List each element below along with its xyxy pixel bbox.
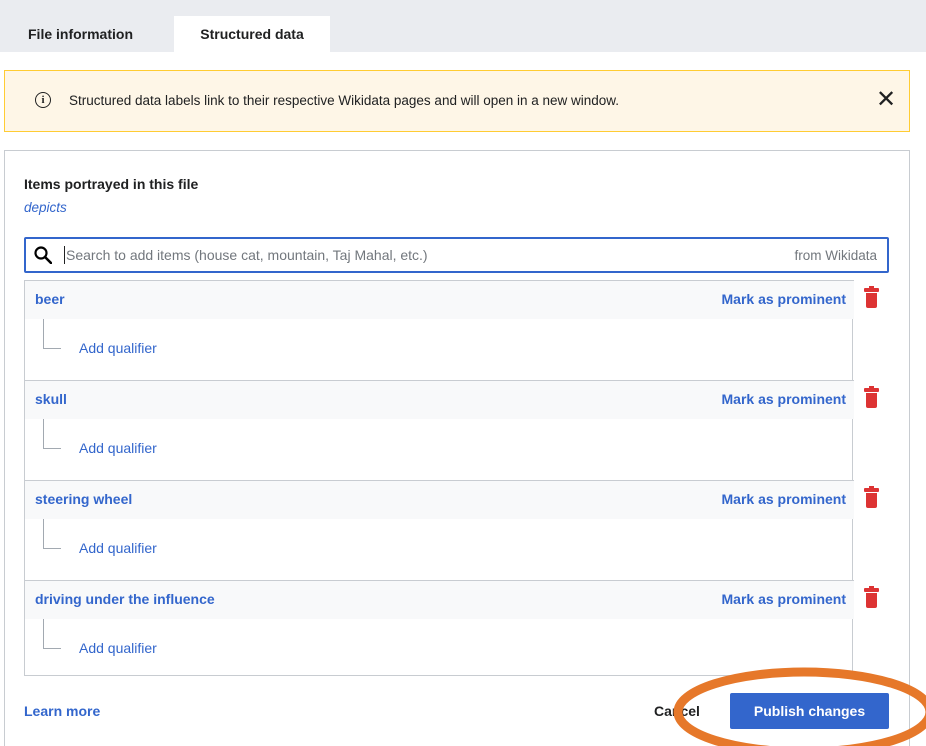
info-icon: i xyxy=(35,92,51,108)
depicts-list: beer Mark as prominent Add qualifier sku… xyxy=(24,280,854,676)
trash-icon[interactable] xyxy=(864,286,879,308)
add-qualifier-link[interactable]: Add qualifier xyxy=(79,440,157,456)
mark-prominent-button[interactable]: Mark as prominent xyxy=(722,591,846,607)
item-header: steering wheel Mark as prominent xyxy=(25,481,854,519)
add-qualifier-link[interactable]: Add qualifier xyxy=(79,540,157,556)
mark-prominent-button[interactable]: Mark as prominent xyxy=(722,491,846,507)
trash-icon[interactable] xyxy=(864,586,879,608)
learn-more-link[interactable]: Learn more xyxy=(24,703,100,719)
item-label-link[interactable]: steering wheel xyxy=(35,491,132,507)
item-label-link[interactable]: skull xyxy=(35,391,67,407)
list-item: skull Mark as prominent Add qualifier xyxy=(25,380,854,480)
tab-bar: File information Structured data xyxy=(0,0,926,52)
item-header: driving under the influence Mark as prom… xyxy=(25,581,854,619)
notice-text: Structured data labels link to their res… xyxy=(69,93,620,108)
qualifier-connector xyxy=(43,519,61,549)
tab-structured-data[interactable]: Structured data xyxy=(174,16,330,52)
search-source-label: from Wikidata xyxy=(794,248,877,263)
add-qualifier-link[interactable]: Add qualifier xyxy=(79,640,157,656)
publish-changes-button[interactable]: Publish changes xyxy=(730,693,889,729)
list-item: steering wheel Mark as prominent Add qua… xyxy=(25,480,854,580)
search-icon xyxy=(34,246,52,264)
list-item: driving under the influence Mark as prom… xyxy=(25,580,854,680)
list-item: beer Mark as prominent Add qualifier xyxy=(25,280,854,380)
qualifier-connector xyxy=(43,619,61,649)
item-label-link[interactable]: driving under the influence xyxy=(35,591,215,607)
trash-icon[interactable] xyxy=(864,386,879,408)
close-icon[interactable]: ✕ xyxy=(875,87,897,113)
mark-prominent-button[interactable]: Mark as prominent xyxy=(722,391,846,407)
add-qualifier-link[interactable]: Add qualifier xyxy=(79,340,157,356)
item-label-link[interactable]: beer xyxy=(35,291,65,307)
text-cursor xyxy=(64,246,65,264)
qualifier-connector xyxy=(43,419,61,449)
item-header: skull Mark as prominent xyxy=(25,381,854,419)
tab-file-information[interactable]: File information xyxy=(16,16,145,52)
item-header: beer Mark as prominent xyxy=(25,281,854,319)
search-box[interactable]: from Wikidata xyxy=(24,237,889,273)
property-depicts-link[interactable]: depicts xyxy=(24,200,67,215)
info-notice: i Structured data labels link to their r… xyxy=(4,70,910,132)
qualifier-connector xyxy=(43,319,61,349)
trash-icon[interactable] xyxy=(864,486,879,508)
mark-prominent-button[interactable]: Mark as prominent xyxy=(722,291,846,307)
section-title: Items portrayed in this file xyxy=(24,176,199,192)
search-input[interactable] xyxy=(66,247,706,263)
cancel-button[interactable]: Cancel xyxy=(654,703,700,719)
